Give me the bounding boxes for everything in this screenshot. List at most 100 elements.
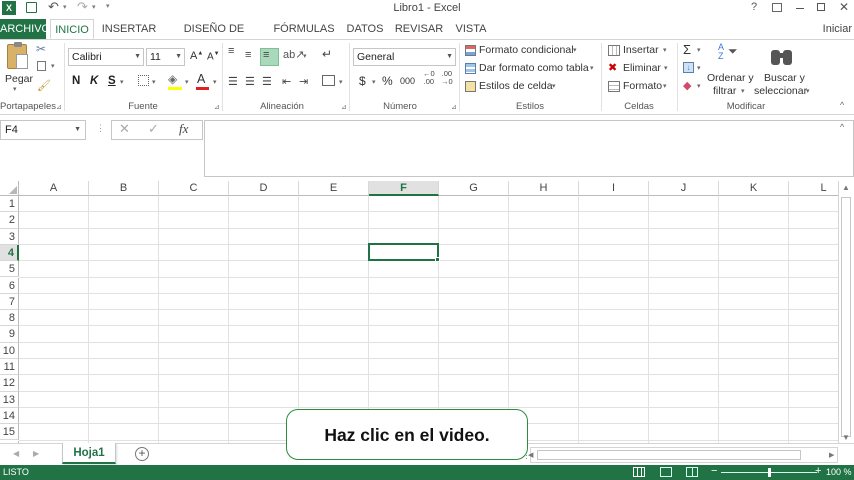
conditional-format-icon[interactable]: [465, 45, 476, 56]
conditional-format-dropdown-icon[interactable]: ▾: [573, 46, 577, 54]
currency-button[interactable]: $: [359, 74, 366, 88]
column-header-k[interactable]: K: [719, 181, 789, 196]
clear-icon[interactable]: ◆: [683, 79, 691, 92]
zoom-in-icon[interactable]: +: [815, 465, 821, 477]
grow-font-icon[interactable]: A▲: [190, 50, 203, 62]
format-as-table-icon[interactable]: [465, 63, 476, 74]
page-layout-view-icon[interactable]: [660, 467, 672, 477]
binoculars-icon[interactable]: [771, 46, 793, 66]
sort-filter-line2[interactable]: filtrar: [713, 85, 736, 97]
column-header-b[interactable]: B: [89, 181, 159, 196]
increase-indent-icon[interactable]: ⇥: [299, 75, 308, 88]
tab-insert[interactable]: INSERTAR: [100, 19, 158, 39]
zoom-slider-thumb[interactable]: [768, 468, 771, 477]
number-format-select[interactable]: General ▼: [353, 48, 456, 66]
tab-data[interactable]: DATOS: [344, 19, 386, 39]
align-center-icon[interactable]: ☰: [245, 75, 255, 88]
h-scroll-thumb[interactable]: [537, 450, 801, 460]
add-sheet-icon[interactable]: +: [135, 447, 149, 461]
clear-dropdown-icon[interactable]: ▾: [697, 82, 701, 90]
fill-color-icon[interactable]: ◈: [168, 72, 177, 86]
row-header-2[interactable]: 2: [0, 212, 19, 229]
row-header-12[interactable]: 12: [0, 375, 19, 392]
video-callout[interactable]: Haz clic en el video.: [286, 409, 528, 460]
format-as-table-dropdown-icon[interactable]: ▾: [590, 64, 594, 72]
sign-in-link[interactable]: Iniciar sesión: [792, 19, 854, 55]
row-header-4[interactable]: 4: [0, 244, 19, 262]
format-as-table-button[interactable]: Dar formato como tabla: [479, 62, 589, 74]
sort-filter-dropdown-icon[interactable]: ▾: [741, 87, 745, 95]
column-header-i[interactable]: I: [579, 181, 649, 196]
column-header-c[interactable]: C: [159, 181, 229, 196]
column-header-g[interactable]: G: [439, 181, 509, 196]
restore-icon[interactable]: [817, 3, 825, 11]
merge-dropdown-icon[interactable]: ▾: [339, 78, 343, 86]
delete-dropdown-icon[interactable]: ▾: [664, 64, 668, 72]
collapse-ribbon-icon[interactable]: ^: [840, 100, 844, 110]
alignment-launcher-icon[interactable]: ⊿: [341, 103, 347, 111]
shrink-font-icon[interactable]: A▼: [207, 51, 220, 62]
tab-review[interactable]: REVISAR: [394, 19, 444, 39]
underline-dropdown-icon[interactable]: ▾: [120, 78, 124, 86]
tab-home[interactable]: INICIO: [50, 19, 94, 39]
close-icon[interactable]: ✕: [839, 0, 849, 14]
thousands-button[interactable]: 000: [400, 76, 415, 86]
tab-view[interactable]: VISTA: [452, 19, 490, 39]
row-header-7[interactable]: 7: [0, 293, 19, 311]
autosum-dropdown-icon[interactable]: ▾: [697, 46, 701, 54]
underline-button[interactable]: S: [108, 75, 116, 87]
minimize-icon[interactable]: [796, 8, 804, 9]
insert-function-button[interactable]: fx: [179, 121, 188, 137]
row-header-5[interactable]: 5: [0, 261, 19, 278]
font-color-icon[interactable]: A: [197, 72, 205, 86]
font-size-select[interactable]: 11 ▼: [146, 48, 185, 66]
cell-styles-dropdown-icon[interactable]: ▾: [552, 82, 556, 90]
sort-filter-icon[interactable]: AZ: [718, 43, 724, 61]
align-left-icon[interactable]: ☰: [228, 75, 238, 88]
row-header-8[interactable]: 8: [0, 310, 19, 327]
row-header-10[interactable]: 10: [0, 342, 19, 359]
delete-cells-button[interactable]: Eliminar: [623, 62, 661, 74]
row-header-3[interactable]: 3: [0, 228, 19, 245]
cell-styles-icon[interactable]: [465, 81, 476, 92]
sort-filter-line1[interactable]: Ordenar y: [707, 72, 754, 84]
row-header-11[interactable]: 11: [0, 359, 19, 376]
copy-dropdown-icon[interactable]: ▾: [51, 62, 55, 70]
row-header-15[interactable]: 15: [0, 424, 19, 441]
row-header-9[interactable]: 9: [0, 326, 19, 343]
format-painter-icon[interactable]: 🖌: [37, 79, 51, 92]
italic-button[interactable]: K: [90, 75, 98, 87]
merge-center-icon[interactable]: [322, 75, 335, 86]
orientation-icon[interactable]: ab↗: [283, 48, 304, 61]
column-header-h[interactable]: H: [509, 181, 579, 196]
increase-decimal-icon[interactable]: ←0.00: [423, 70, 435, 86]
column-header-d[interactable]: D: [229, 181, 299, 196]
scroll-up-icon[interactable]: ▲: [842, 183, 850, 192]
page-break-view-icon[interactable]: [686, 467, 698, 477]
zoom-out-icon[interactable]: −: [711, 465, 717, 477]
fill-icon[interactable]: ↓: [683, 62, 694, 73]
fill-color-dropdown-icon[interactable]: ▾: [185, 78, 189, 86]
sheet-tab-hoja1[interactable]: Hoja1: [62, 443, 116, 464]
find-select-line2[interactable]: seleccionar: [754, 85, 807, 97]
restore-ribbon-icon[interactable]: [772, 3, 782, 12]
autosum-icon[interactable]: Σ: [683, 42, 691, 57]
font-color-dropdown-icon[interactable]: ▾: [213, 78, 217, 86]
tab-formulas[interactable]: FÓRMULAS: [272, 19, 336, 39]
tab-page-layout[interactable]: DISEÑO DE PÁGINA: [165, 19, 263, 55]
format-cells-button[interactable]: Formato: [623, 80, 662, 92]
find-select-line1[interactable]: Buscar y: [764, 72, 805, 84]
h-scroll-left-icon[interactable]: ◀: [528, 451, 533, 459]
insert-cells-button[interactable]: Insertar: [623, 44, 659, 56]
align-bottom-icon[interactable]: ≡: [263, 49, 269, 61]
insert-dropdown-icon[interactable]: ▾: [663, 46, 667, 54]
insert-cells-icon[interactable]: [608, 45, 620, 56]
fill-dropdown-icon[interactable]: ▾: [697, 64, 701, 72]
copy-icon[interactable]: [37, 61, 46, 71]
sheet-next-icon[interactable]: ▶: [33, 449, 39, 458]
scroll-thumb[interactable]: [841, 197, 851, 437]
align-middle-icon[interactable]: ≡: [245, 49, 251, 61]
column-header-a[interactable]: A: [19, 181, 89, 196]
borders-dropdown-icon[interactable]: ▾: [152, 78, 156, 86]
column-header-f[interactable]: F: [369, 181, 439, 196]
